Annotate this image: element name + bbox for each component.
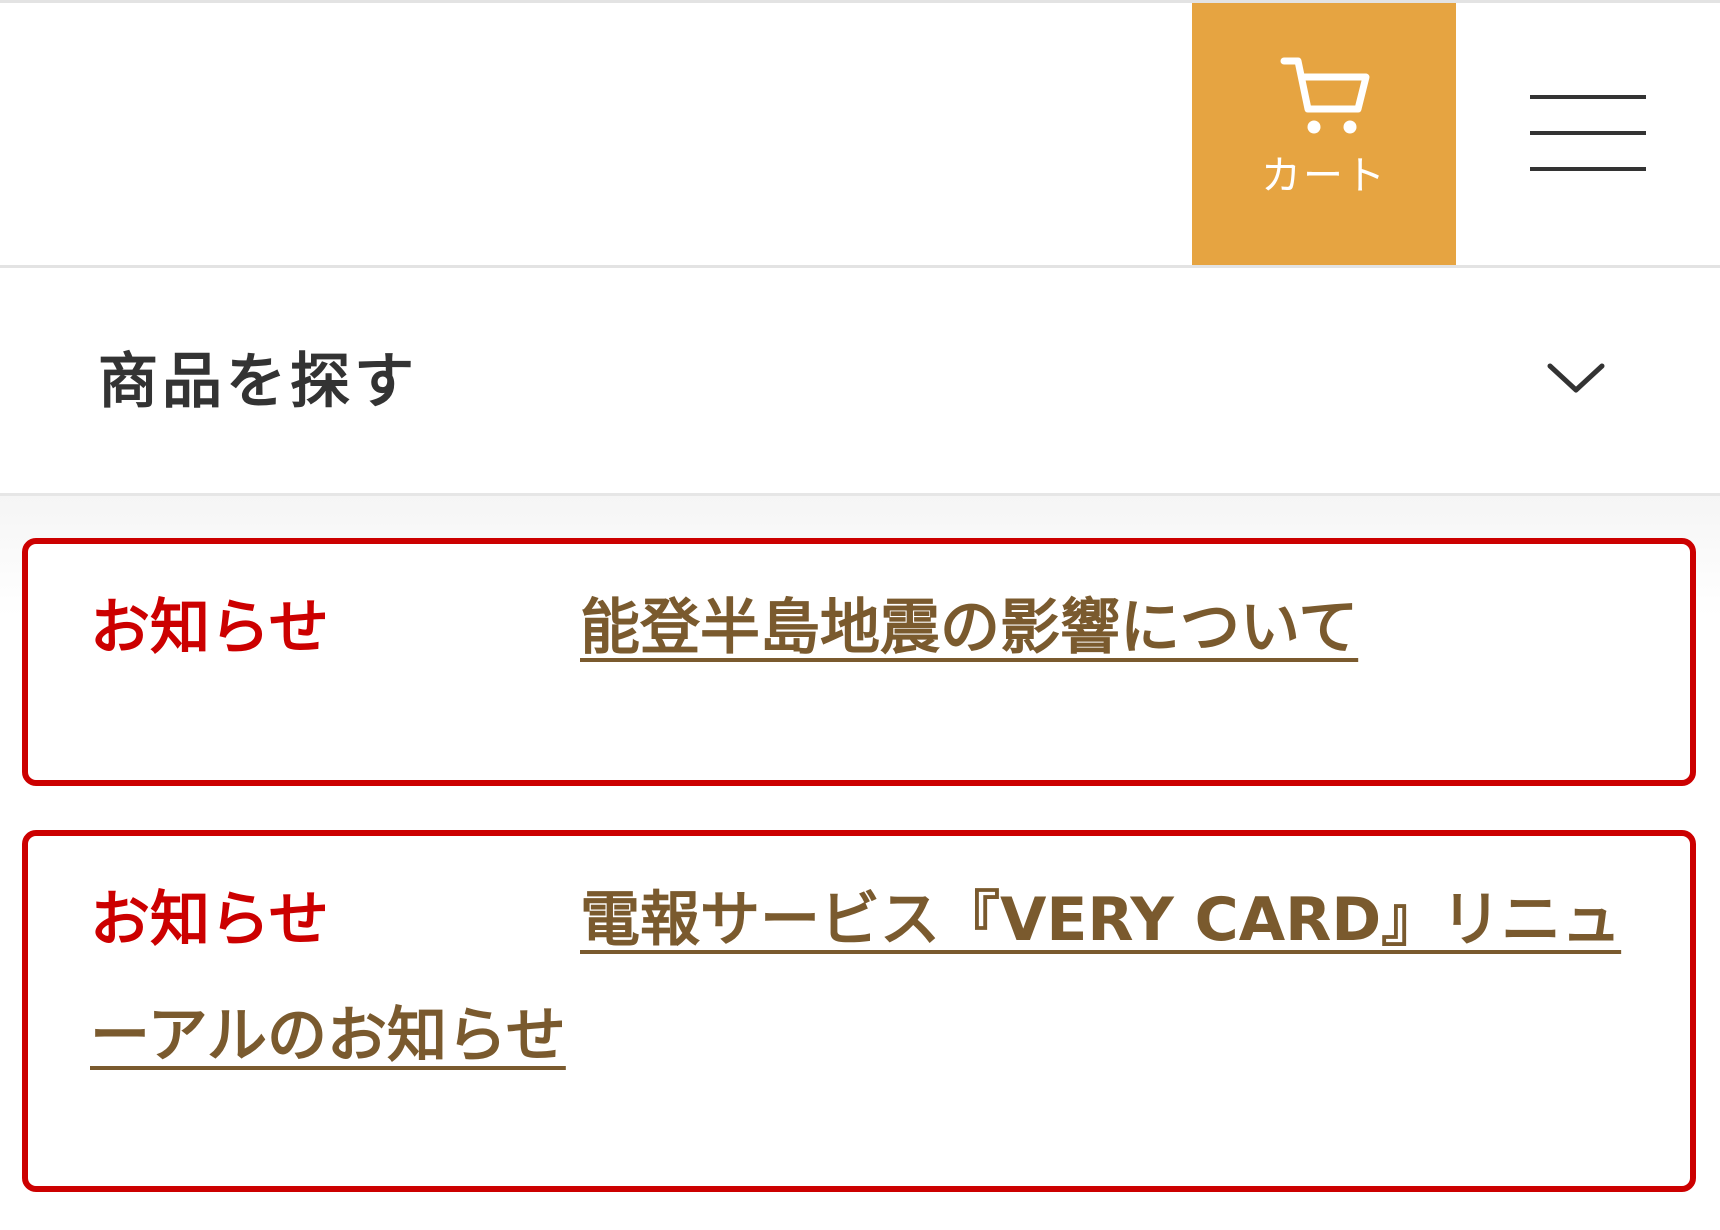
notice-list: お知らせ 能登半島地震の影響について お知らせ 電報サービス『VERY CARD』リ… [0,496,1720,1230]
notice-content: お知らせ 能登半島地震の影響について [90,570,1630,686]
cart-label: カート [1261,153,1387,199]
hamburger-menu-button[interactable] [1526,91,1646,177]
notice-label: お知らせ [90,885,329,955]
notice-link[interactable]: 能登半島地震の影響について [580,593,1358,663]
notice-label: お知らせ [90,593,329,663]
page: カート 商品を探す お知らせ 能登半島地震の影響について お知らせ 電報サービス『V… [0,0,1720,1230]
notice-item: お知らせ 電報サービス『VERY CARD』リニューアルのお知らせ [22,830,1696,1192]
search-products-title: 商品を探す [98,347,418,417]
search-products-toggle[interactable]: 商品を探す [0,268,1720,496]
notice-content: お知らせ 電報サービス『VERY CARD』リニューアルのお知らせ [90,862,1630,1094]
menu-line [1530,167,1646,171]
menu-line [1530,131,1646,135]
cart-button[interactable]: カート [1192,3,1456,265]
notice-item: お知らせ 能登半島地震の影響について [22,538,1696,786]
chevron-down-icon [1547,363,1605,393]
menu-line [1530,95,1646,99]
cart-icon [1280,57,1370,134]
site-header: カート [0,0,1720,268]
